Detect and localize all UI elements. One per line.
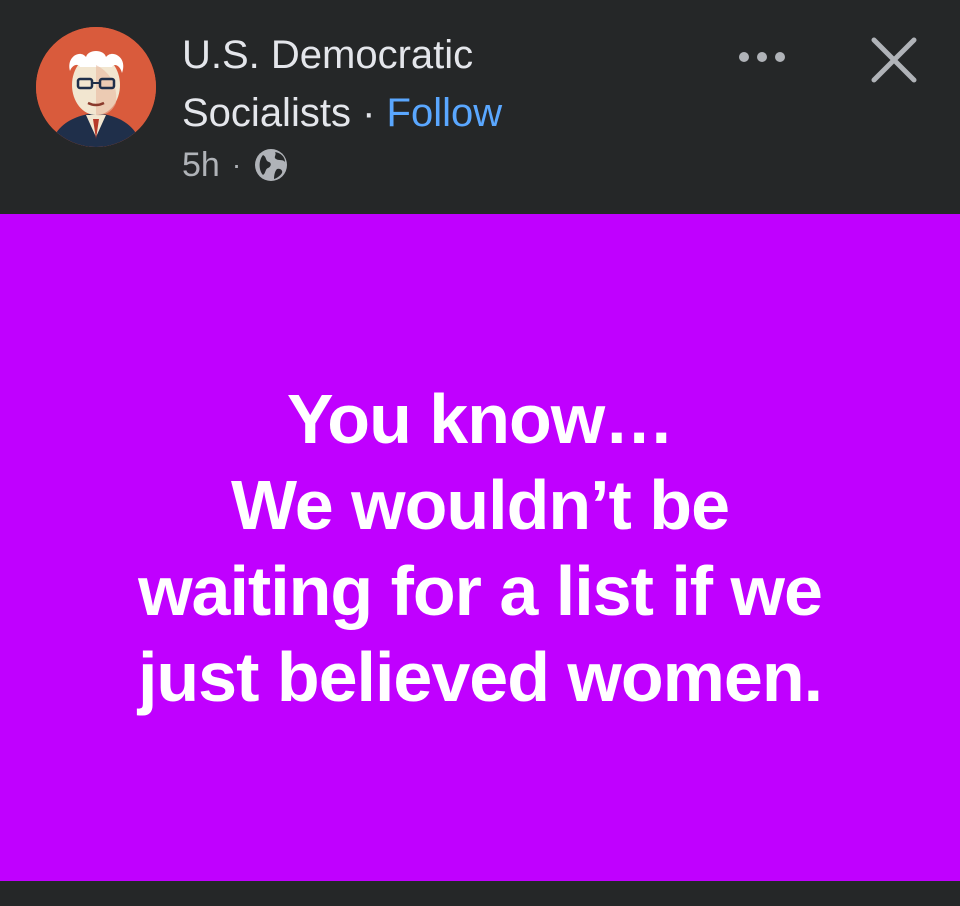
post-meta: 5h · <box>182 142 289 188</box>
author-name-line1[interactable]: U.S. Democratic <box>182 26 702 84</box>
author-name: U.S. Democratic Socialists · Follow <box>182 26 702 142</box>
more-icon[interactable] <box>734 42 790 72</box>
meta-separator: · <box>231 149 242 180</box>
globe-icon <box>255 149 288 181</box>
author-name-line2[interactable]: Socialists <box>182 91 351 135</box>
post-text-line: You know… <box>286 379 674 458</box>
post-text-line: waiting for a list if we <box>138 551 823 630</box>
name-separator: · <box>362 91 376 135</box>
post-text-line: just believed women. <box>137 637 823 716</box>
follow-button[interactable]: Follow <box>387 91 503 135</box>
post-timestamp[interactable]: 5h <box>182 146 220 185</box>
post-header: U.S. Democratic Socialists · Follow 5h · <box>0 0 960 214</box>
footer-bar <box>0 881 960 906</box>
page-avatar[interactable] <box>36 27 156 147</box>
post-text-line: We wouldn’t be <box>230 465 730 544</box>
close-icon[interactable] <box>866 32 922 88</box>
portrait-icon <box>36 27 156 147</box>
post-body-text: You know… We wouldn’t be waiting for a l… <box>30 376 930 720</box>
post-text-card: You know… We wouldn’t be waiting for a l… <box>0 214 960 881</box>
